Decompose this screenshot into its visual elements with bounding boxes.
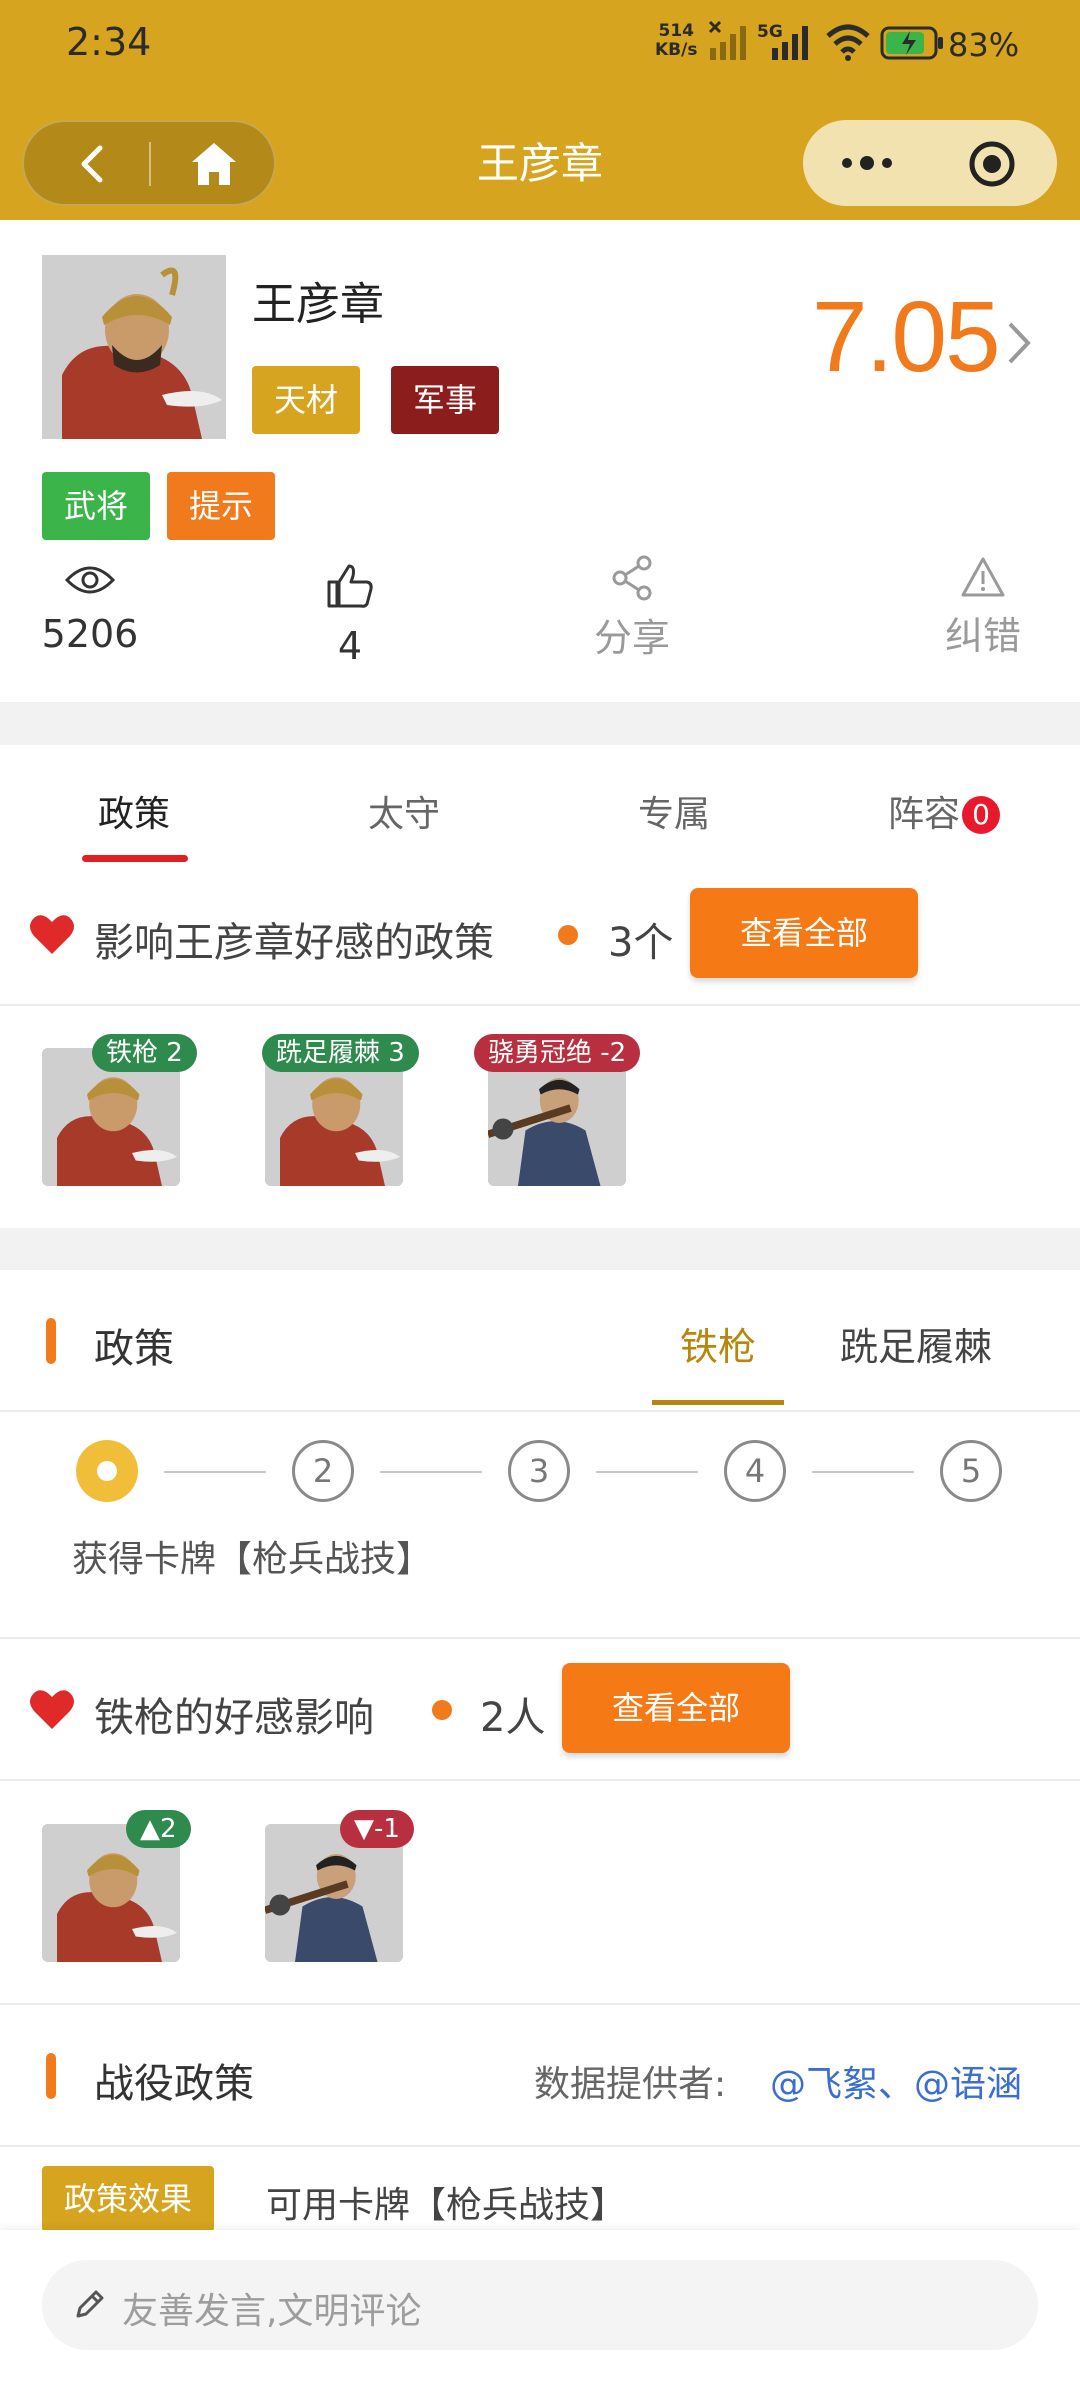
tag-military: 军事 (391, 366, 500, 434)
section-gap (0, 1228, 1080, 1270)
wifi-icon (826, 24, 870, 61)
close-miniprogram-icon[interactable] (968, 140, 1016, 188)
warning-icon (961, 557, 1005, 597)
policy-favor-count: 3个 (608, 920, 674, 966)
signal-icon (772, 26, 808, 60)
tab-lineup-label: 阵容 (888, 794, 961, 835)
policy-favor-header: 影响王彦章好感的政策 3个 查看全部 (0, 865, 1080, 1005)
comment-input[interactable]: 友善发言,文明评论 (42, 2260, 1038, 2350)
iron-spear-favor-count: 2人 (480, 1695, 546, 1741)
bullet-dot (558, 925, 578, 945)
divider (0, 1004, 1080, 1006)
pencil-icon (76, 2290, 104, 2318)
nav-bar: 王彦章 (0, 90, 1080, 220)
status-bar: 2:34 514 KB/s 5G 83% (0, 0, 1080, 90)
campaign-policy-header: 战役政策 数据提供者: @飞絮、@语涵 (0, 2005, 1080, 2145)
iron-spear-favor-title: 铁枪的好感影响 (94, 1695, 374, 1741)
share-label: 分享 (593, 616, 670, 660)
step-1[interactable] (76, 1440, 138, 1502)
hero-name: 王彦章 (252, 279, 384, 330)
tab-exclusive[interactable]: 专属 (638, 785, 710, 837)
step-5[interactable]: 5 (940, 1440, 1002, 1502)
policy-section-header: 政策 铁枪 跣足履棘 (0, 1270, 1080, 1410)
favor-change-badge: ▲2 (126, 1810, 191, 1848)
favor-change-badge: ▼-1 (340, 1810, 414, 1848)
policy-badge: 铁枪 2 (92, 1034, 197, 1072)
heart-icon (30, 915, 74, 954)
more-icon[interactable] (837, 148, 897, 178)
hero-profile: 王彦章 天材 军事 武将 提示 7.05 5206 4 分享 纠错 (0, 220, 1080, 700)
likes-count: 4 (337, 624, 363, 668)
divider (0, 1779, 1080, 1781)
campaign-policy-title: 战役政策 (94, 2061, 254, 2107)
policy-effect-text: 可用卡牌【枪兵战技】 (266, 2185, 627, 2226)
step-connector (380, 1471, 482, 1473)
nav-right-capsule (803, 120, 1057, 206)
policy-section-title: 政策 (94, 1326, 174, 1372)
data-provider-links[interactable]: @飞絮、@语涵 (770, 2055, 1022, 2107)
comment-bar: 友善发言,文明评论 (0, 2230, 1080, 2401)
lineup-count-badge: 0 (962, 796, 1001, 834)
data-provider-label: 数据提供者: (534, 2064, 727, 2105)
battery-percent: 83% (948, 26, 1020, 64)
iron-spear-favor-header: 铁枪的好感影响 2人 查看全部 (0, 1640, 1080, 1780)
tab-bar: 政策 太守 专属 阵容 0 (0, 745, 1080, 865)
step-4[interactable]: 4 (724, 1440, 786, 1502)
section-gap (0, 702, 1080, 745)
step-connector (812, 1471, 914, 1473)
comment-placeholder: 友善发言,文明评论 (122, 2291, 422, 2332)
tag-hint: 提示 (167, 472, 276, 540)
views-count: 5206 (41, 612, 139, 656)
network-speed: 514 KB/s (655, 22, 697, 60)
share-button[interactable]: 分享 (542, 555, 722, 662)
policy-favor-view-all-button[interactable]: 查看全部 (690, 888, 918, 978)
report-label: 纠错 (944, 614, 1021, 658)
hero-avatar (42, 255, 226, 439)
subtab-barefoot[interactable]: 跣足履棘 (840, 1316, 992, 1371)
step-2[interactable]: 2 (292, 1440, 354, 1502)
likes-stat[interactable]: 4 (260, 562, 440, 668)
section-accent-bar (46, 2053, 56, 2099)
network-speed-unit: KB/s (655, 40, 698, 60)
tab-policy[interactable]: 政策 (98, 785, 170, 837)
tab-lineup[interactable]: 阵容 0 (888, 785, 1001, 837)
tab-governor[interactable]: 太守 (368, 785, 440, 837)
bullet-dot (432, 1700, 452, 1720)
share-icon (612, 555, 652, 601)
divider (0, 1637, 1080, 1639)
thumbs-up-icon[interactable] (325, 562, 375, 610)
heart-icon (30, 1690, 74, 1729)
network-speed-value: 514 (658, 21, 694, 41)
subtab-iron-spear[interactable]: 铁枪 (680, 1316, 756, 1371)
policy-favor-title: 影响王彦章好感的政策 (94, 920, 494, 966)
signal-muted-icon (708, 20, 746, 60)
battery-icon (880, 26, 943, 60)
policy-badge: 骁勇冠绝 -2 (474, 1034, 641, 1072)
iron-spear-view-all-button[interactable]: 查看全部 (562, 1663, 790, 1753)
tag-talent: 天材 (252, 366, 361, 434)
report-button[interactable]: 纠错 (893, 555, 1073, 660)
hero-score[interactable]: 7.05 (812, 280, 1001, 395)
status-time: 2:34 (66, 20, 152, 64)
policy-effect-tag: 政策效果 (42, 2166, 215, 2232)
tag-general: 武将 (42, 472, 151, 540)
divider (0, 1410, 1080, 1412)
eye-icon (64, 566, 116, 594)
policy-badge: 跣足履棘 3 (262, 1034, 419, 1072)
divider (0, 2145, 1080, 2147)
subtab-indicator (652, 1400, 784, 1405)
active-tab-indicator (82, 855, 188, 862)
step-connector (596, 1471, 698, 1473)
section-accent-bar (46, 1318, 56, 1364)
step-3[interactable]: 3 (508, 1440, 570, 1502)
chevron-right-icon[interactable] (1005, 320, 1033, 366)
views-stat: 5206 (0, 562, 180, 656)
policy-description: 获得卡牌【枪兵战技】 (72, 1539, 433, 1580)
step-connector (164, 1471, 266, 1473)
